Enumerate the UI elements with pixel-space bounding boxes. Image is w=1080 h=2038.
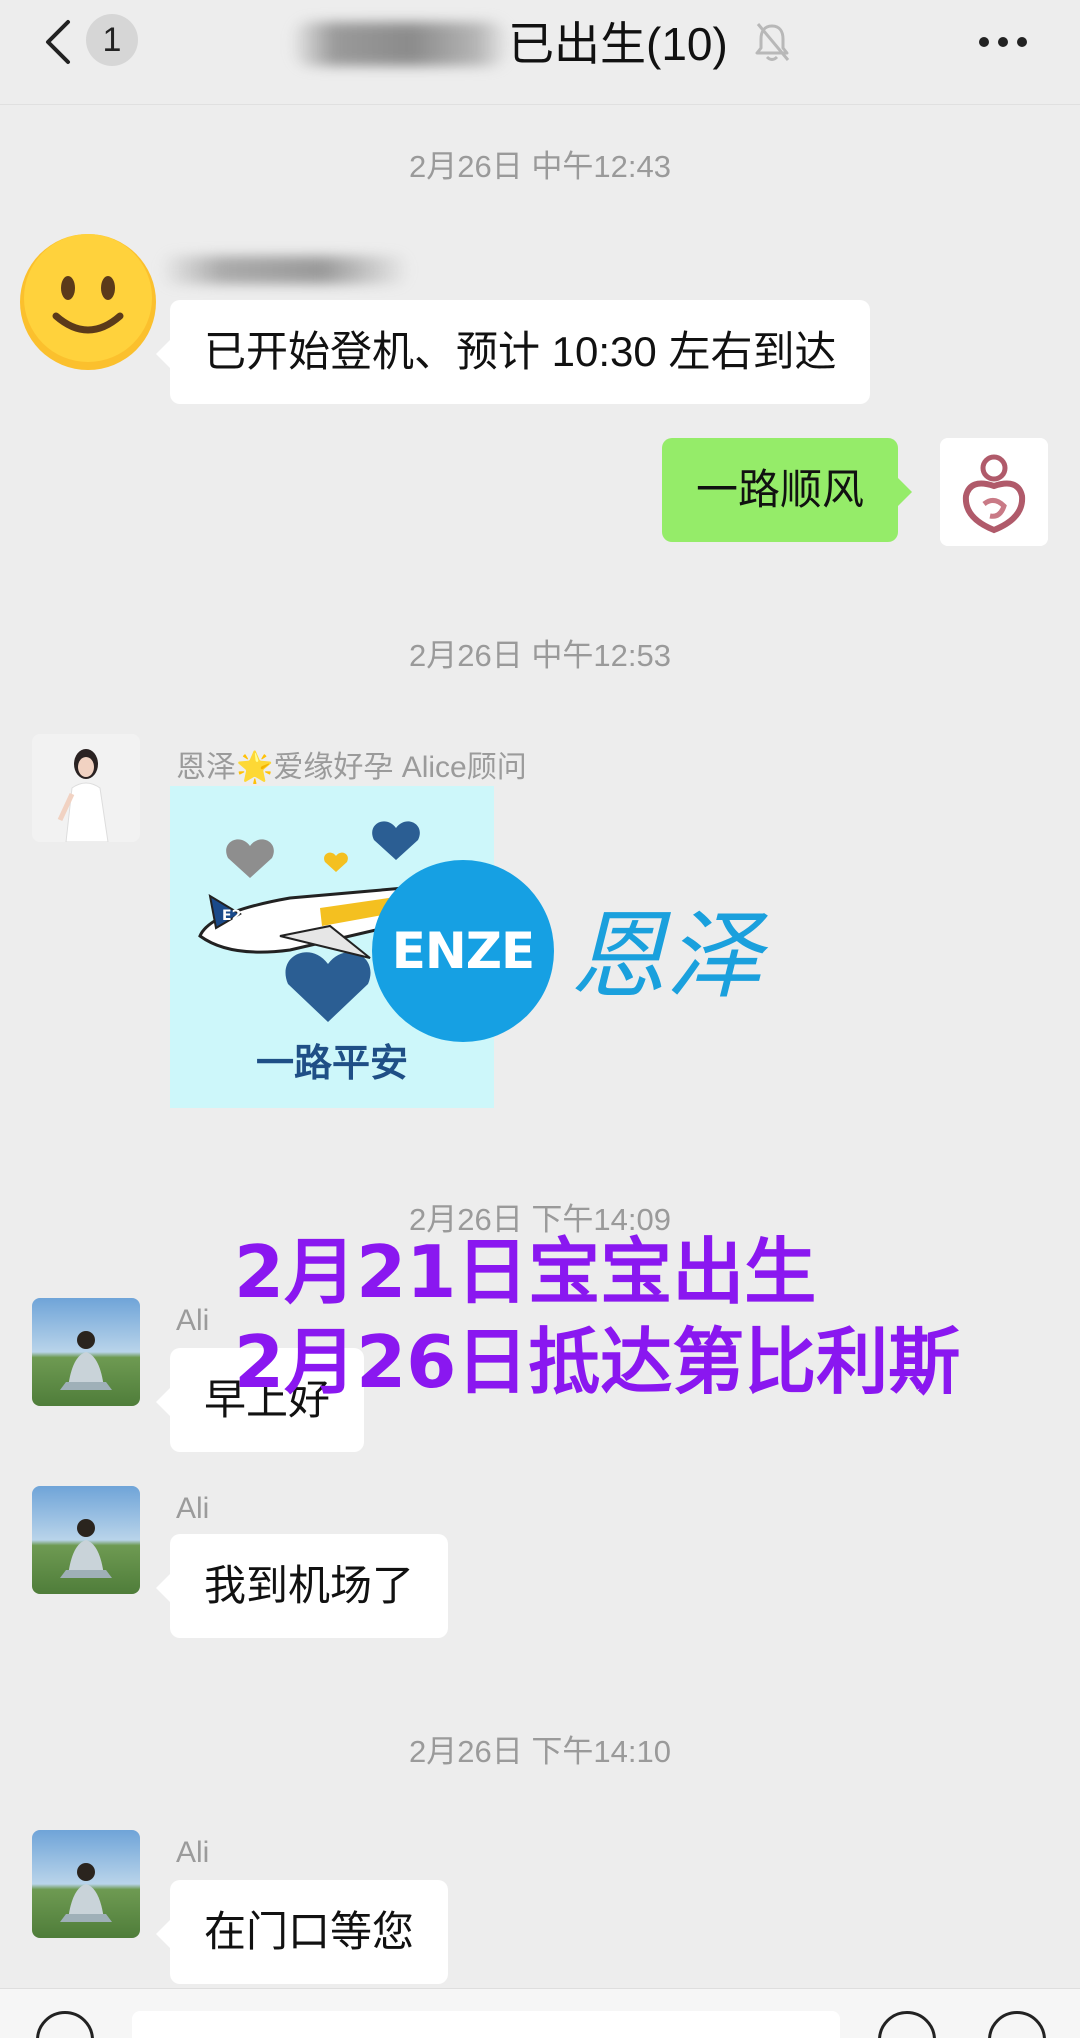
message-bubble[interactable]: 已开始登机、预计 10:30 左右到达 [155, 300, 871, 404]
ali-avatar[interactable] [32, 1486, 140, 1594]
chat-title: 已出生(10) [508, 18, 728, 70]
blurred-group-name [290, 22, 510, 66]
message-bubble[interactable]: 我到机场了 [155, 1534, 449, 1638]
sticker-caption: 一路平安 [256, 1041, 408, 1085]
back-arrow-icon[interactable] [38, 18, 78, 66]
timestamp: 2月26日 中午12:43 [409, 149, 671, 184]
blurred-sender-name [160, 256, 410, 284]
overlay-annotation-line2: 2月26日抵达第比利斯 [234, 1320, 961, 1404]
enze-logo: ENZE [372, 860, 554, 1042]
timestamp: 2月26日 下午14:10 [409, 1734, 671, 1769]
ali-avatar[interactable] [32, 1298, 140, 1406]
voice-button[interactable] [36, 2011, 94, 2038]
chat-header: 1 已出生(10) [0, 0, 1080, 105]
unread-count-badge[interactable]: 1 [86, 14, 138, 66]
my-avatar-logo-icon[interactable] [940, 438, 1048, 546]
ali-avatar[interactable] [32, 1830, 140, 1938]
sender-name: Ali [176, 1304, 210, 1337]
sender-name: Ali [176, 1836, 210, 1869]
emoji-button[interactable] [878, 2011, 936, 2038]
smiley-avatar-icon[interactable] [18, 232, 158, 372]
message-input[interactable] [132, 2011, 840, 2038]
alice-avatar[interactable] [32, 734, 140, 842]
chat-screen: 1 已出生(10) 2月26日 中午12:43 已开始登机、预计 10:30 左… [0, 0, 1080, 2038]
sender-name: Ali [176, 1492, 210, 1525]
my-message-bubble[interactable]: 一路顺风 [662, 438, 913, 542]
more-options-icon[interactable] [978, 28, 1028, 56]
add-button[interactable] [988, 2011, 1046, 2038]
message-bubble[interactable]: 在门口等您 [155, 1880, 449, 1984]
enze-logo-text: ENZE [391, 922, 535, 980]
sender-name: 恩泽🌟爱缘好孕 Alice顾问 [176, 751, 527, 784]
enze-chinese-logo: 恩泽 [570, 900, 762, 1012]
input-bar [0, 1988, 1080, 2038]
overlay-annotation-line1: 2月21日宝宝出生 [234, 1230, 817, 1314]
timestamp: 2月26日 中午12:53 [409, 638, 671, 673]
mute-bell-icon [755, 23, 790, 61]
svg-text:E2: E2 [222, 908, 241, 924]
